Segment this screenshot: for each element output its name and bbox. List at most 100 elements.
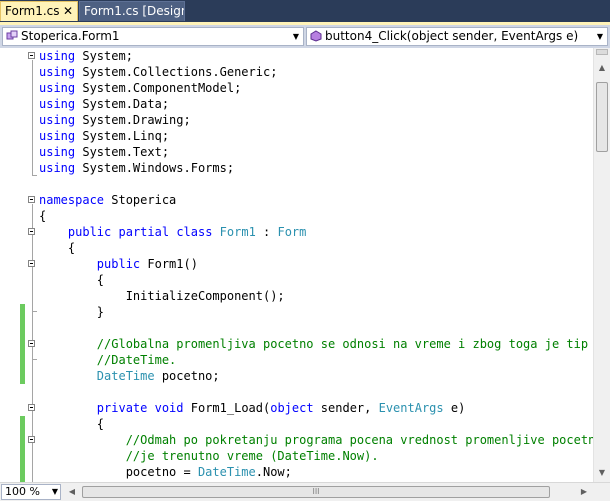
scroll-thumb[interactable]: III — [82, 486, 550, 498]
code-line[interactable]: //Globalna promenljiva pocetno se odnosi… — [39, 336, 593, 352]
code-token: using — [39, 97, 76, 111]
zoom-dropdown[interactable]: 100 % ▼ — [1, 484, 61, 500]
code-token: using — [39, 145, 76, 159]
code-line[interactable]: using System.ComponentModel; — [39, 80, 593, 96]
code-token: using — [39, 65, 76, 79]
code-token: pocetno; — [154, 369, 220, 383]
code-line[interactable]: private void Form1_Load(object sender, E… — [39, 400, 593, 416]
code-token: { — [39, 209, 47, 223]
scroll-right-icon[interactable]: ▶ — [576, 484, 592, 500]
class-dropdown[interactable]: Stoperica.Form1 ▼ — [2, 27, 304, 46]
scroll-thumb[interactable] — [596, 82, 608, 152]
code-token: System.ComponentModel; — [75, 81, 242, 95]
tab-form1-cs[interactable]: Form1.cs ✕ — [0, 1, 78, 21]
code-token: pocetno = — [39, 465, 198, 479]
code-token: Form — [277, 225, 307, 239]
code-line[interactable]: { — [39, 272, 593, 288]
code-line[interactable]: namespace Stoperica — [39, 192, 593, 208]
code-token: : — [255, 225, 278, 239]
member-dropdown[interactable]: button4_Click(object sender, EventArgs e… — [306, 27, 608, 46]
code-token: namespace — [39, 193, 105, 207]
code-token: Form1_Load( — [183, 401, 271, 415]
code-line[interactable]: { — [39, 416, 593, 432]
code-token: { — [39, 273, 105, 287]
code-token: sender, — [313, 401, 379, 415]
code-token: e) — [443, 401, 466, 415]
code-token: System.Data; — [75, 97, 170, 111]
change-marker — [20, 304, 25, 384]
code-token: System.Windows.Forms; — [75, 161, 235, 175]
close-icon[interactable]: ✕ — [63, 2, 73, 21]
navigation-bar: Stoperica.Form1 ▼ button4_Click(object s… — [0, 22, 610, 48]
code-token: { — [39, 241, 76, 255]
horizontal-scrollbar[interactable]: ◀ III ▶ — [64, 484, 592, 500]
collapse-icon[interactable] — [28, 228, 35, 235]
code-token: DateTime — [197, 465, 256, 479]
code-token: System.Collections.Generic; — [75, 65, 278, 79]
tab-label: Form1.cs [Design] — [84, 4, 185, 18]
code-token: using — [39, 161, 76, 175]
code-line[interactable]: using System; — [39, 48, 593, 64]
code-text[interactable]: using System; using System.Collections.Ge… — [39, 48, 593, 480]
document-tab-strip: Form1.cs ✕ Form1.cs [Design] — [0, 0, 610, 22]
collapse-icon[interactable] — [28, 340, 35, 347]
chevron-down-icon: ▼ — [51, 487, 58, 496]
splitter-handle[interactable] — [596, 49, 608, 55]
collapse-icon[interactable] — [28, 196, 35, 203]
code-token: partial — [118, 225, 170, 239]
code-line[interactable]: public Form1() — [39, 256, 593, 272]
code-line[interactable]: pocetno = DateTime.Now; — [39, 464, 593, 480]
code-line[interactable]: DateTime pocetno; — [39, 368, 593, 384]
code-token: object — [270, 401, 314, 415]
code-line[interactable]: //je trenutno vreme (DateTime.Now). — [39, 448, 593, 464]
code-token: //DateTime. — [96, 353, 177, 367]
code-line[interactable]: //Odmah po pokretanju programa pocena vr… — [39, 432, 593, 448]
code-token: { — [39, 417, 105, 431]
code-token: //je trenutno vreme (DateTime.Now). — [125, 449, 379, 463]
code-line[interactable]: public partial class Form1 : Form — [39, 224, 593, 240]
code-token: Form1 — [219, 225, 256, 239]
code-line[interactable] — [39, 320, 593, 336]
class-icon — [6, 30, 18, 40]
vertical-scrollbar[interactable]: ▲ ▼ — [593, 48, 610, 482]
code-line[interactable]: using System.Drawing; — [39, 112, 593, 128]
code-line[interactable]: { — [39, 208, 593, 224]
code-token: System.Drawing; — [75, 113, 191, 127]
tab-form1-design[interactable]: Form1.cs [Design] — [79, 1, 185, 21]
code-token: Form1() — [140, 257, 198, 271]
collapse-icon[interactable] — [28, 52, 35, 59]
collapse-icon[interactable] — [28, 260, 35, 267]
collapse-icon[interactable] — [28, 404, 35, 411]
code-line[interactable]: using System.Windows.Forms; — [39, 160, 593, 176]
code-line[interactable] — [39, 176, 593, 192]
code-line[interactable]: using System.Collections.Generic; — [39, 64, 593, 80]
code-line[interactable]: } — [39, 304, 593, 320]
collapse-icon[interactable] — [28, 436, 35, 443]
code-line[interactable]: { — [39, 240, 593, 256]
code-token: void — [154, 401, 184, 415]
outline-guide — [32, 60, 33, 176]
scroll-down-icon[interactable]: ▼ — [594, 465, 610, 481]
code-line[interactable] — [39, 384, 593, 400]
outline-guide — [32, 311, 37, 312]
code-token: EventArgs — [378, 401, 444, 415]
code-line[interactable]: InitializeComponent(); — [39, 288, 593, 304]
code-line[interactable]: using System.Text; — [39, 144, 593, 160]
code-editor[interactable]: using System; using System.Collections.Ge… — [0, 48, 593, 482]
scrollbar-corner — [593, 484, 610, 501]
code-token: using — [39, 49, 76, 63]
scroll-left-icon[interactable]: ◀ — [64, 484, 80, 500]
code-line[interactable]: using System.Linq; — [39, 128, 593, 144]
code-line[interactable]: using System.Data; — [39, 96, 593, 112]
scroll-up-icon[interactable]: ▲ — [594, 60, 610, 76]
chevron-down-icon: ▼ — [292, 32, 300, 41]
code-line[interactable]: //DateTime. — [39, 352, 593, 368]
outline-guide — [32, 175, 37, 176]
